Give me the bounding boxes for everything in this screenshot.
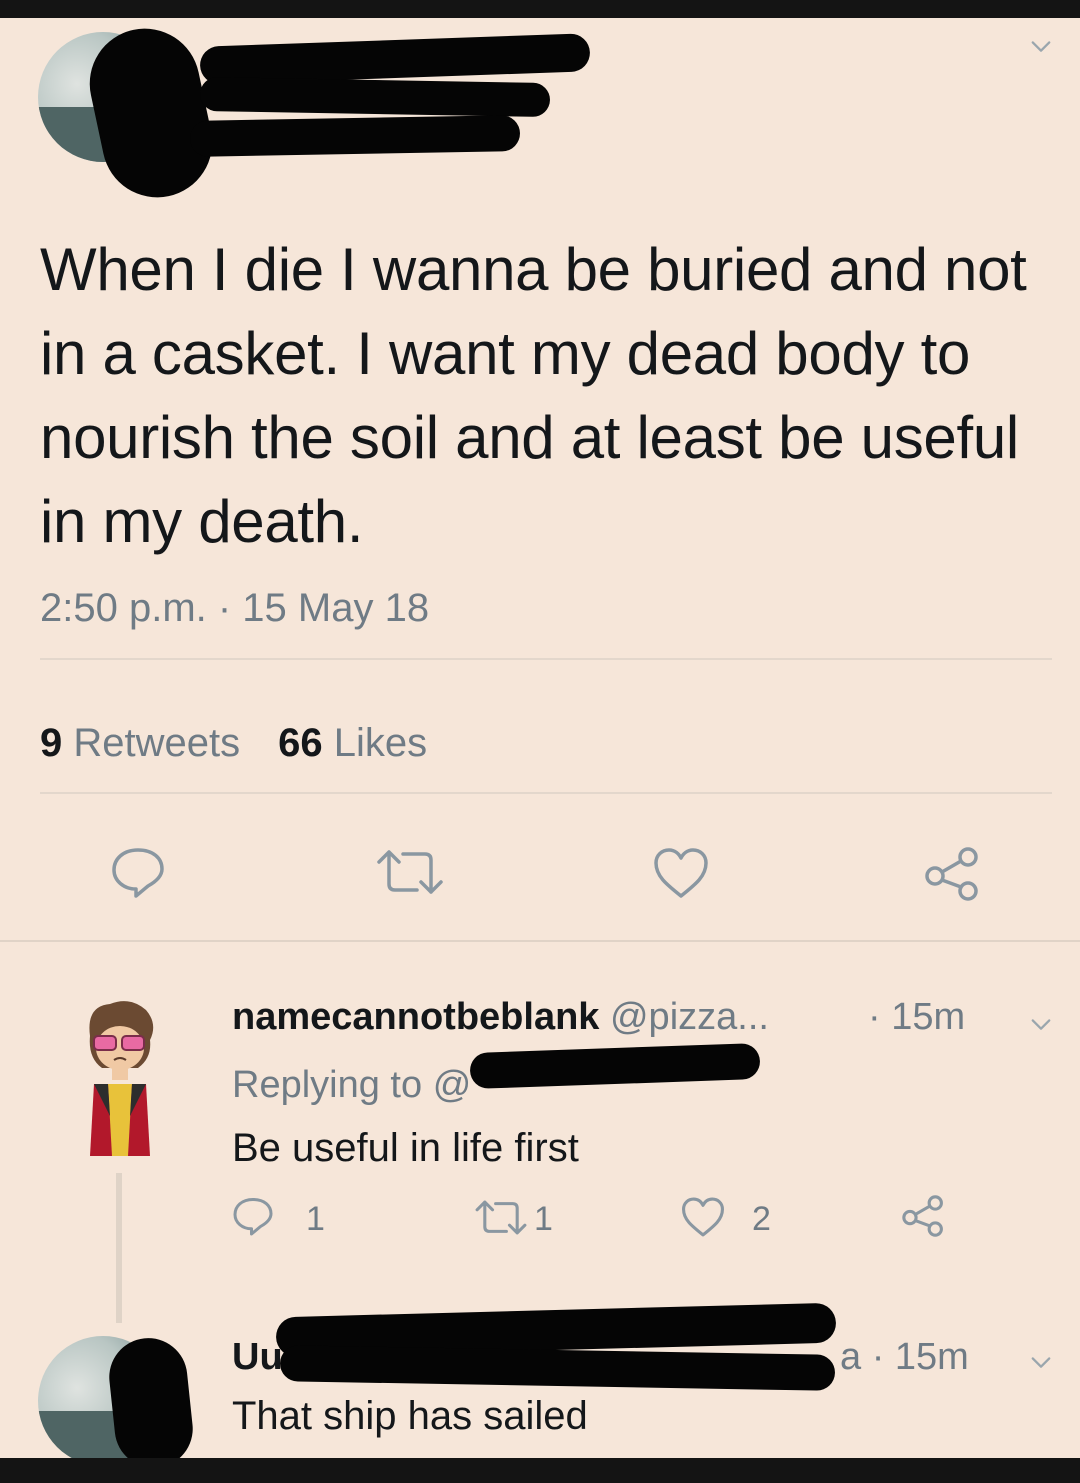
retweet-count: 1 xyxy=(534,1200,553,1238)
redaction-scribble xyxy=(279,1345,836,1391)
reply-count: 1 xyxy=(306,1200,325,1238)
chevron-down-icon[interactable] xyxy=(1030,1352,1052,1374)
reply-avatar[interactable] xyxy=(80,996,160,1161)
share-icon[interactable] xyxy=(922,846,982,902)
tweet-timestamp[interactable]: 2:50 p.m. · 15 May 18 xyxy=(40,586,429,631)
retweets-stat[interactable]: 9 Retweets xyxy=(40,721,240,765)
reply-author-handle: @pizza... xyxy=(609,996,769,1038)
reply-text: That ship has sailed xyxy=(232,1394,588,1438)
reply-text: Be useful in life first xyxy=(232,1126,579,1170)
retweets-label: Retweets xyxy=(73,721,241,765)
heart-icon[interactable] xyxy=(680,1196,726,1238)
bottom-bar xyxy=(0,1458,1080,1483)
share-icon[interactable] xyxy=(900,1194,946,1238)
heart-icon[interactable] xyxy=(652,846,710,900)
tweet-stats: 9 Retweets 66 Likes xyxy=(40,721,427,766)
redaction-scribble xyxy=(199,76,551,118)
retweet-icon[interactable] xyxy=(474,1199,528,1236)
retweets-count: 9 xyxy=(40,721,63,765)
reply-author-name[interactable]: Uu xyxy=(232,1336,283,1379)
replying-to: Replying to @ xyxy=(232,1064,471,1107)
redaction-scribble xyxy=(189,115,521,157)
likes-label: Likes xyxy=(333,721,428,765)
divider xyxy=(0,940,1080,942)
redaction-scribble xyxy=(469,1042,761,1090)
reply-icon[interactable] xyxy=(232,1196,274,1236)
reply-icon[interactable] xyxy=(110,846,166,898)
redaction-scribble xyxy=(105,1334,197,1458)
replying-to-label: Replying to xyxy=(232,1064,423,1106)
reply-author-name: namecannotbeblank xyxy=(232,996,600,1038)
replying-to-handle[interactable]: @ xyxy=(433,1064,472,1106)
chevron-down-icon[interactable] xyxy=(1030,1014,1052,1036)
like-count: 2 xyxy=(752,1200,771,1238)
tweet-text: When I die I wanna be buried and not in … xyxy=(40,236,1027,555)
top-bar xyxy=(0,0,1080,18)
retweet-icon[interactable] xyxy=(375,848,445,896)
likes-count: 66 xyxy=(278,721,323,765)
reply-author[interactable]: namecannotbeblank @pizza... xyxy=(232,996,769,1039)
likes-stat[interactable]: 66 Likes xyxy=(278,721,427,765)
reply-timestamp: a · 15m xyxy=(840,1336,969,1378)
divider xyxy=(40,792,1052,794)
chevron-down-icon[interactable] xyxy=(1030,36,1052,58)
thread-line xyxy=(116,1173,122,1323)
divider xyxy=(40,658,1052,660)
reply-timestamp: · 15m xyxy=(868,996,966,1038)
tweet-screen: When I die I wanna be buried and not in … xyxy=(0,18,1080,1458)
